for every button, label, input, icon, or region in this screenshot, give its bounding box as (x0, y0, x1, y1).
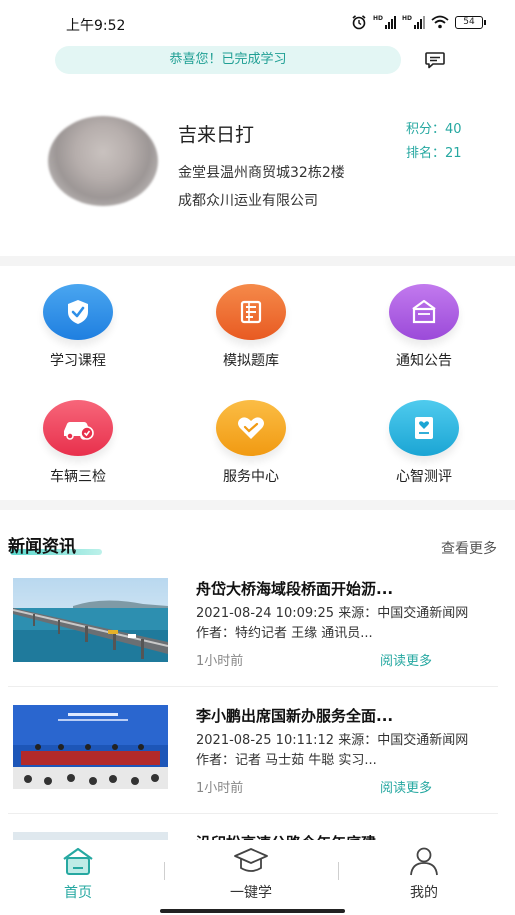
grid-item-study-course[interactable]: 学习课程 (13, 284, 143, 394)
graduation-cap-icon (234, 848, 268, 872)
home-indicator (160, 909, 345, 913)
notice-icon (389, 284, 459, 340)
tab-label: 一键学 (230, 885, 272, 901)
tab-label: 首页 (64, 885, 92, 901)
news-time: 1小时前 (196, 654, 244, 669)
grid-label: 车辆三检 (50, 469, 106, 485)
status-icons: HD HD 54 (351, 14, 486, 30)
grid-label: 学习课程 (50, 353, 106, 369)
mental-test-icon (389, 400, 459, 456)
news-time: 1小时前 (196, 781, 244, 796)
avatar[interactable] (48, 116, 158, 206)
battery-icon: 54 (455, 15, 486, 29)
news-thumbnail-bridge (13, 578, 168, 662)
score-label: 积分：40 (406, 122, 462, 137)
news-section-title: 新闻资讯 (8, 537, 76, 557)
tab-profile[interactable]: 我的 (374, 846, 474, 902)
tab-label: 我的 (410, 885, 438, 901)
read-more-link[interactable]: 阅读更多 (380, 777, 432, 796)
rank-label: 排名：21 (406, 146, 462, 161)
grid-item-notice[interactable]: 通知公告 (359, 284, 489, 394)
news-item[interactable]: 舟岱大桥海域段桥面开始沥... 2021-08-24 10:09:25 来源：中… (0, 578, 515, 693)
profile-company: 成都众川运业有限公司 (178, 193, 318, 209)
grid-item-mental-test[interactable]: 心智测评 (359, 400, 489, 510)
shield-check-icon (43, 284, 113, 340)
profile-card[interactable]: 吉来日打 金堂县温州商贸城32栋2楼 成都众川运业有限公司 积分：40 排名：2… (0, 96, 515, 256)
news-item[interactable]: 李小鹏出席国新办服务全面... 2021-08-25 10:11:12 来源：中… (0, 705, 515, 820)
status-bar: 上午9:52 HD HD 54 (0, 0, 515, 46)
tab-home[interactable]: 首页 (28, 846, 128, 902)
read-more-link[interactable]: 阅读更多 (380, 650, 432, 669)
question-bank-icon (216, 284, 286, 340)
news-thumbnail-press-conference (13, 705, 168, 789)
car-check-icon (43, 400, 113, 456)
section-divider (0, 256, 515, 266)
news-title: 舟岱大桥海域段桥面开始沥... (196, 580, 394, 598)
news-divider (8, 686, 498, 687)
cellular-signal-2-icon: HD (402, 15, 425, 29)
grid-item-service-center[interactable]: 服务中心 (186, 400, 316, 510)
alarm-icon (352, 15, 366, 30)
grid-item-vehicle-check[interactable]: 车辆三检 (13, 400, 143, 510)
section-divider (0, 500, 515, 510)
tab-one-click-study[interactable]: 一键学 (201, 846, 301, 902)
grid-label: 心智测评 (396, 469, 452, 485)
message-icon[interactable] (424, 50, 446, 70)
grid-label: 通知公告 (396, 353, 452, 369)
view-more-link[interactable]: 查看更多 (441, 538, 497, 558)
profile-name: 吉来日打 (178, 124, 255, 146)
grid-label: 模拟题库 (223, 353, 279, 369)
news-title: 李小鹏出席国新办服务全面... (196, 707, 394, 725)
completion-notice: 恭喜您！已完成学习 (55, 46, 401, 74)
home-icon (63, 847, 93, 875)
status-time: 上午9:52 (66, 18, 126, 34)
cellular-signal-icon: HD (373, 15, 396, 29)
news-meta: 2021-08-25 10:11:12 来源：中国交通新闻网 作者：记者 马士茹… (196, 733, 469, 768)
tab-divider (164, 862, 165, 880)
grid-label: 服务中心 (223, 469, 279, 485)
heart-icon (216, 400, 286, 456)
profile-address: 金堂县温州商贸城32栋2楼 (178, 165, 345, 181)
news-meta: 2021-08-24 10:09:25 来源：中国交通新闻网 作者：特约记者 王… (196, 606, 469, 641)
grid-item-question-bank[interactable]: 模拟题库 (186, 284, 316, 394)
user-icon (410, 847, 438, 876)
wifi-icon (431, 15, 449, 29)
news-divider (8, 813, 498, 814)
bottom-tab-bar: 首页 一键学 我的 (0, 840, 515, 915)
tab-divider (338, 862, 339, 880)
